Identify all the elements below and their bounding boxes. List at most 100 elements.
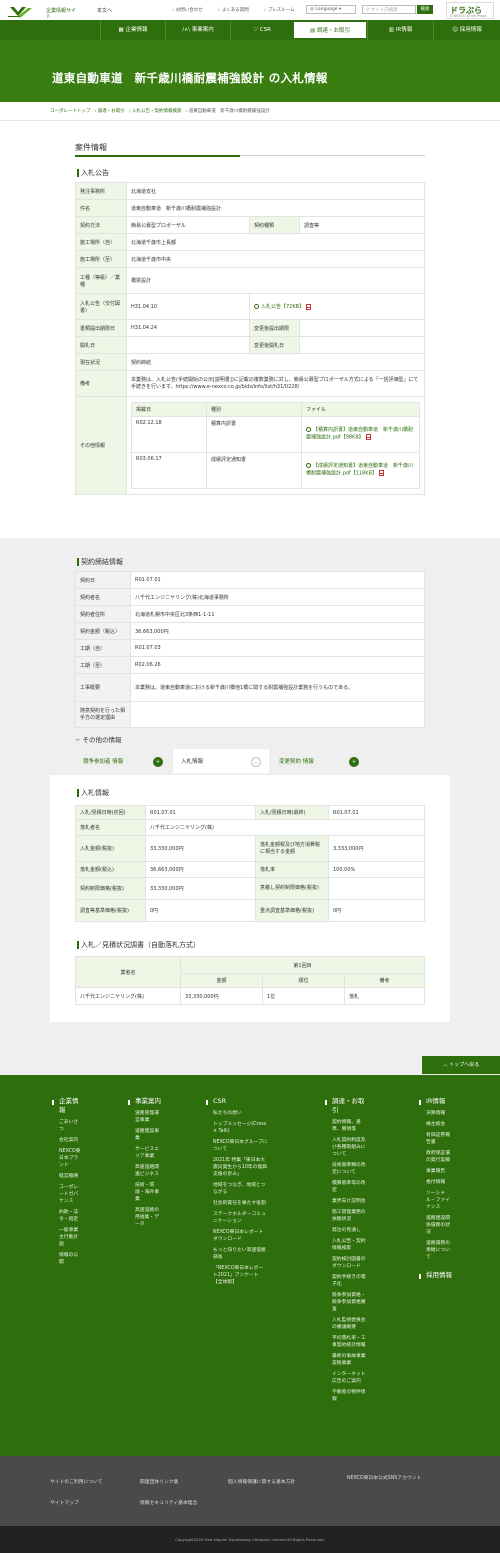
search-button[interactable]: 検索 (417, 5, 433, 14)
footer-link[interactable]: 私たちの想い (213, 1110, 268, 1117)
footer-link[interactable]: 技術・環境・海外事業 (135, 1182, 162, 1203)
footer-link[interactable]: ごあいさつ (59, 1119, 82, 1133)
other-info-title: その他の情報 (82, 736, 122, 744)
footer-link[interactable]: 2021年 特集「東日本大震災発生から10年の復興支援の歩み」 (213, 1157, 268, 1178)
footer-link[interactable]: 契約情報、基準、要領等 (332, 1119, 369, 1133)
breadcrumb-item[interactable]: 調達・お取引 (98, 109, 125, 114)
bid-value (328, 877, 425, 900)
footer-heading[interactable]: 企業情報 (52, 1097, 82, 1115)
footer-heading[interactable]: CSR (206, 1097, 268, 1106)
footer-heading[interactable]: 調達・お取引 (325, 1097, 369, 1115)
bid-status-note: 落札 (344, 987, 425, 1005)
footer-link[interactable]: 道路建設事業 (135, 1128, 162, 1142)
contact-link[interactable]: › お問い合わせ (172, 7, 203, 13)
nav-recruit[interactable]: ☺ 採用情報 (433, 20, 500, 40)
tab-change-contract[interactable]: 変更契約 情報 + (271, 749, 367, 775)
footer-link[interactable]: 入札監視委員会の審議概要 (332, 1317, 369, 1331)
footer-link[interactable]: 株主総会 (426, 1121, 453, 1128)
chevron-icon: › (218, 8, 220, 13)
other-row-file-link[interactable]: 【成績評定通知書】道東自動車道 新千歳川橋耐震補強設計.pdf【118KB】 (306, 463, 413, 477)
footer-link[interactable]: NEXCO東日本レポートダウンロード (213, 1229, 268, 1243)
site-label: 企業情報サイト (46, 8, 77, 20)
tab-participants[interactable]: 競争参加者 情報 + (75, 749, 171, 775)
footer-link[interactable]: 事業報告 (426, 1168, 453, 1175)
footer-link[interactable]: 情報セキュリティ基本理念 (140, 1499, 197, 1506)
other-header-file: ファイル (301, 402, 420, 417)
footer-link[interactable]: 入札公告・契約情報検索 (332, 1238, 369, 1252)
footer-link[interactable]: トップメッセージ(Cross × Talk) (213, 1121, 268, 1135)
footer-link[interactable]: ステークホルダーコミュニケーション (213, 1211, 268, 1225)
footer-link[interactable]: 地域をつなぎ、地域とつながる (213, 1182, 268, 1196)
footer-link[interactable]: 政府保証債の発行実績 (426, 1150, 453, 1164)
footer-link[interactable]: 経営戦略 (59, 1173, 82, 1180)
footer-link[interactable]: もっと知りたい高速道路部長 (213, 1247, 268, 1261)
footer-heading[interactable]: 事業案内 (128, 1097, 162, 1106)
drapura-banner[interactable]: ドラぷら E-NEXCO Drive Plaza (446, 2, 494, 19)
footer-link[interactable]: 格付情報 (426, 1179, 453, 1186)
footer-link[interactable]: 平均落札率・工事契約統計情報 (332, 1335, 369, 1349)
footer-link[interactable]: 競争参加資格・競争参加資格審査 (332, 1292, 369, 1313)
footer-heading[interactable]: 採用情報 (419, 1271, 453, 1280)
other-row-file-link[interactable]: 【積算内訳書】道東自動車道 新千歳川橋耐震補強設計.pdf【98KB】 (306, 427, 413, 441)
footer-link[interactable]: 道路建設関係債務の状況 (426, 1215, 453, 1236)
footer-link[interactable]: 不動産の物件情報 (332, 1389, 369, 1403)
footer-link[interactable]: 「NEXCO東日本レポート2021」アンケート【全体版】 (213, 1265, 268, 1286)
footer-link[interactable]: 高速道路の用語集・データ (135, 1207, 162, 1228)
pub-date: H31.04.10 (126, 293, 250, 320)
footer-link[interactable]: 最新の事故事業実践事業 (332, 1353, 369, 1367)
footer-link[interactable]: 関連団体リンク集 (140, 1478, 178, 1485)
footer-link[interactable]: 契約手続きの電子化 (332, 1274, 369, 1288)
footer-link[interactable]: サイトのご利用について (50, 1478, 103, 1485)
pressroom-label: プレスルーム (267, 8, 295, 13)
footer-link[interactable]: ソーシャル・ファイナンス (426, 1190, 453, 1211)
breadcrumb-item[interactable]: コーポレートトップ (50, 109, 91, 114)
footer-link[interactable]: 積算基準等の改定 (332, 1180, 369, 1194)
footer-link[interactable]: 契約検討図書のダウンロード (332, 1256, 369, 1270)
footer-link[interactable]: 決算情報 (426, 1110, 453, 1117)
footer-link[interactable]: 技術基準類の改定について (332, 1162, 369, 1176)
footer-link[interactable]: 発注の見通し (332, 1227, 369, 1234)
footer-link[interactable]: サイトマップ (50, 1499, 79, 1506)
nav-procurement[interactable]: ▤ 調達・お取引 (293, 21, 367, 39)
footer-link[interactable]: 個人情報保護に関する基本方針 (228, 1478, 295, 1485)
footer-link[interactable]: コーポレートガバナンス (59, 1184, 82, 1205)
nav-ir[interactable]: ▥ IR情報 (367, 20, 433, 40)
footer-link[interactable]: 道路債務の承継について (426, 1240, 453, 1261)
pdf-icon (378, 470, 384, 477)
circle-arrow-icon (306, 463, 311, 469)
footer-link[interactable]: 道路管理運営事業 (135, 1110, 162, 1124)
footer-link[interactable]: インターネット広告のご案内 (332, 1371, 369, 1385)
chevron-icon: › (172, 8, 174, 13)
footer-link[interactable]: 会社案内 (59, 1137, 82, 1144)
search-input[interactable]: ⚲ サイト内検索 (362, 5, 416, 14)
nav-company[interactable]: ▦ 企業情報 (100, 20, 165, 40)
footer-sitemap: 企業情報 ごあいさつ 会社案内 NEXCO東日本ブランド 経営戦略 コーポレート… (0, 1075, 500, 1456)
footer-link[interactable]: 有価証券報告書 (426, 1132, 453, 1146)
faq-link[interactable]: › よくある質問 (218, 7, 249, 13)
pub-file-link[interactable]: 入札公告【72KB】 (261, 304, 304, 310)
footer-link[interactable]: 施工管理業務の依頼状況 (332, 1209, 369, 1223)
footer-link[interactable]: 情報の公開 (59, 1252, 82, 1266)
pressroom-link[interactable]: › プレスルーム (264, 7, 295, 13)
footer-link[interactable]: 一般事業主行動計画 (59, 1227, 82, 1248)
breadcrumb-item[interactable]: 入札公告・契約情報検索 (132, 109, 182, 114)
issuer-label: 発注事務所 (75, 182, 127, 200)
footer-link[interactable]: サービスエリア事業 (135, 1146, 162, 1160)
footer-link[interactable]: NEXCO東日本ブランド (59, 1148, 82, 1169)
skip-to-content-link[interactable]: 本文へ (97, 7, 112, 14)
footer-link[interactable]: NEXCO東日本グループについて (213, 1139, 268, 1153)
back-to-top-button[interactable]: ︿ トップへ戻る (422, 1056, 500, 1074)
footer-link[interactable]: 約款・法令・指定 (59, 1209, 82, 1223)
footer-link[interactable]: 高速道路関連ビジネス (135, 1164, 162, 1178)
footer-link[interactable]: 入札契約制度及び各種取組みについて (332, 1137, 369, 1158)
footer-heading[interactable]: IR情報 (419, 1097, 453, 1106)
footer-link[interactable]: 業界向け説明会 (332, 1198, 369, 1205)
language-select[interactable]: ◎ Language ▾ (306, 5, 356, 14)
nexco-logo[interactable] (8, 5, 44, 19)
other-info-heading: − その他の情報 (75, 734, 122, 744)
tab-bid[interactable]: 入札情報 − (173, 749, 269, 775)
footer-link[interactable]: 社会的責任を果たす役割 (213, 1200, 268, 1207)
nav-business[interactable]: /∧\ 事業案内 (165, 20, 230, 40)
bid-status-name: 八千代エンジニヤリング(株) (75, 987, 181, 1005)
nav-csr[interactable]: ♡ CSR (230, 20, 293, 40)
